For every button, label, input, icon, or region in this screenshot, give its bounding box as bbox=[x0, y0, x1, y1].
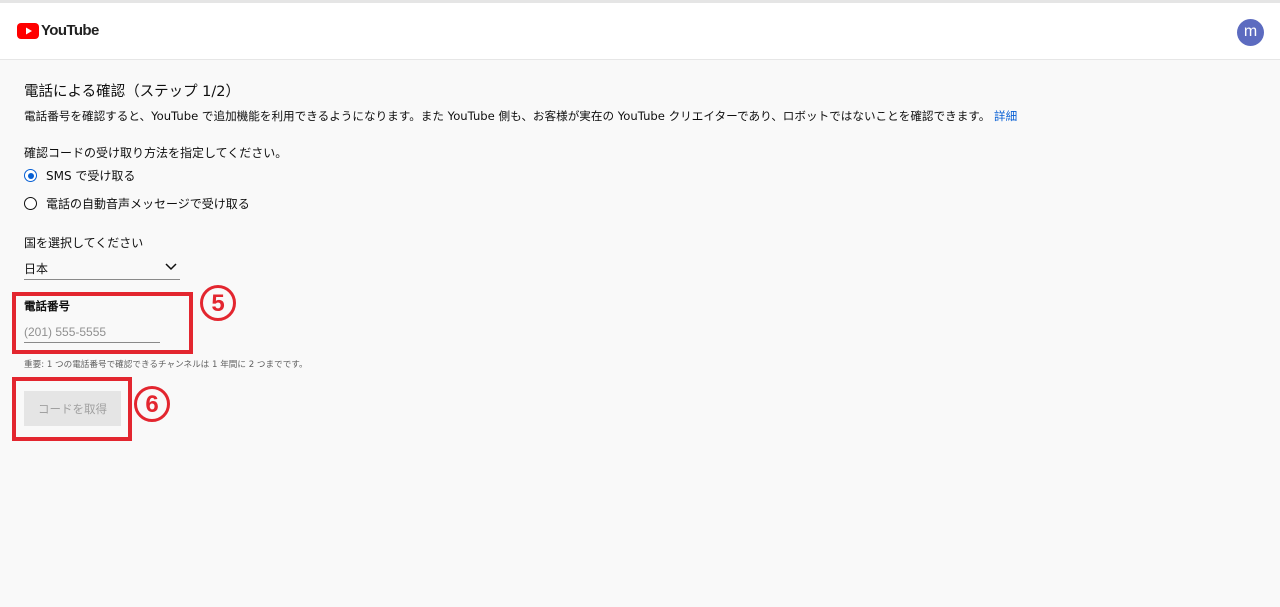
radio-button[interactable] bbox=[24, 197, 37, 210]
radio-label-sms: SMS で受け取る bbox=[46, 169, 136, 183]
annotation-marker-6: 6 bbox=[134, 386, 170, 422]
page-description: 電話番号を確認すると、YouTube で追加機能を利用できるようになります。また… bbox=[24, 108, 1017, 124]
top-bar: YouTube m bbox=[0, 3, 1280, 60]
annotation-box-6 bbox=[12, 377, 132, 441]
method-prompt: 確認コードの受け取り方法を指定してください。 bbox=[24, 146, 288, 160]
country-select[interactable]: 日本 bbox=[24, 258, 180, 280]
annotation-box-5 bbox=[12, 292, 193, 354]
details-link[interactable]: 詳細 bbox=[994, 109, 1017, 123]
radio-button-checked[interactable] bbox=[24, 169, 37, 182]
important-note: 重要: 1 つの電話番号で確認できるチャンネルは 1 年間に 2 つまでです。 bbox=[24, 360, 308, 370]
country-label: 国を選択してください bbox=[24, 236, 144, 250]
annotation-marker-5: 5 bbox=[200, 285, 236, 321]
description-text: 電話番号を確認すると、YouTube で追加機能を利用できるようになります。また… bbox=[24, 109, 991, 123]
youtube-logo[interactable]: YouTube bbox=[17, 22, 99, 39]
youtube-play-icon bbox=[17, 22, 39, 39]
page-title: 電話による確認（ステップ 1/2） bbox=[24, 84, 241, 100]
radio-label-voice: 電話の自動音声メッセージで受け取る bbox=[46, 197, 250, 211]
chevron-down-icon bbox=[165, 263, 177, 271]
radio-option-sms[interactable]: SMS で受け取る bbox=[24, 167, 135, 184]
logo-text: YouTube bbox=[41, 22, 99, 39]
radio-option-voice[interactable]: 電話の自動音声メッセージで受け取る bbox=[24, 195, 250, 212]
avatar[interactable]: m bbox=[1237, 19, 1264, 46]
country-value: 日本 bbox=[24, 262, 49, 276]
